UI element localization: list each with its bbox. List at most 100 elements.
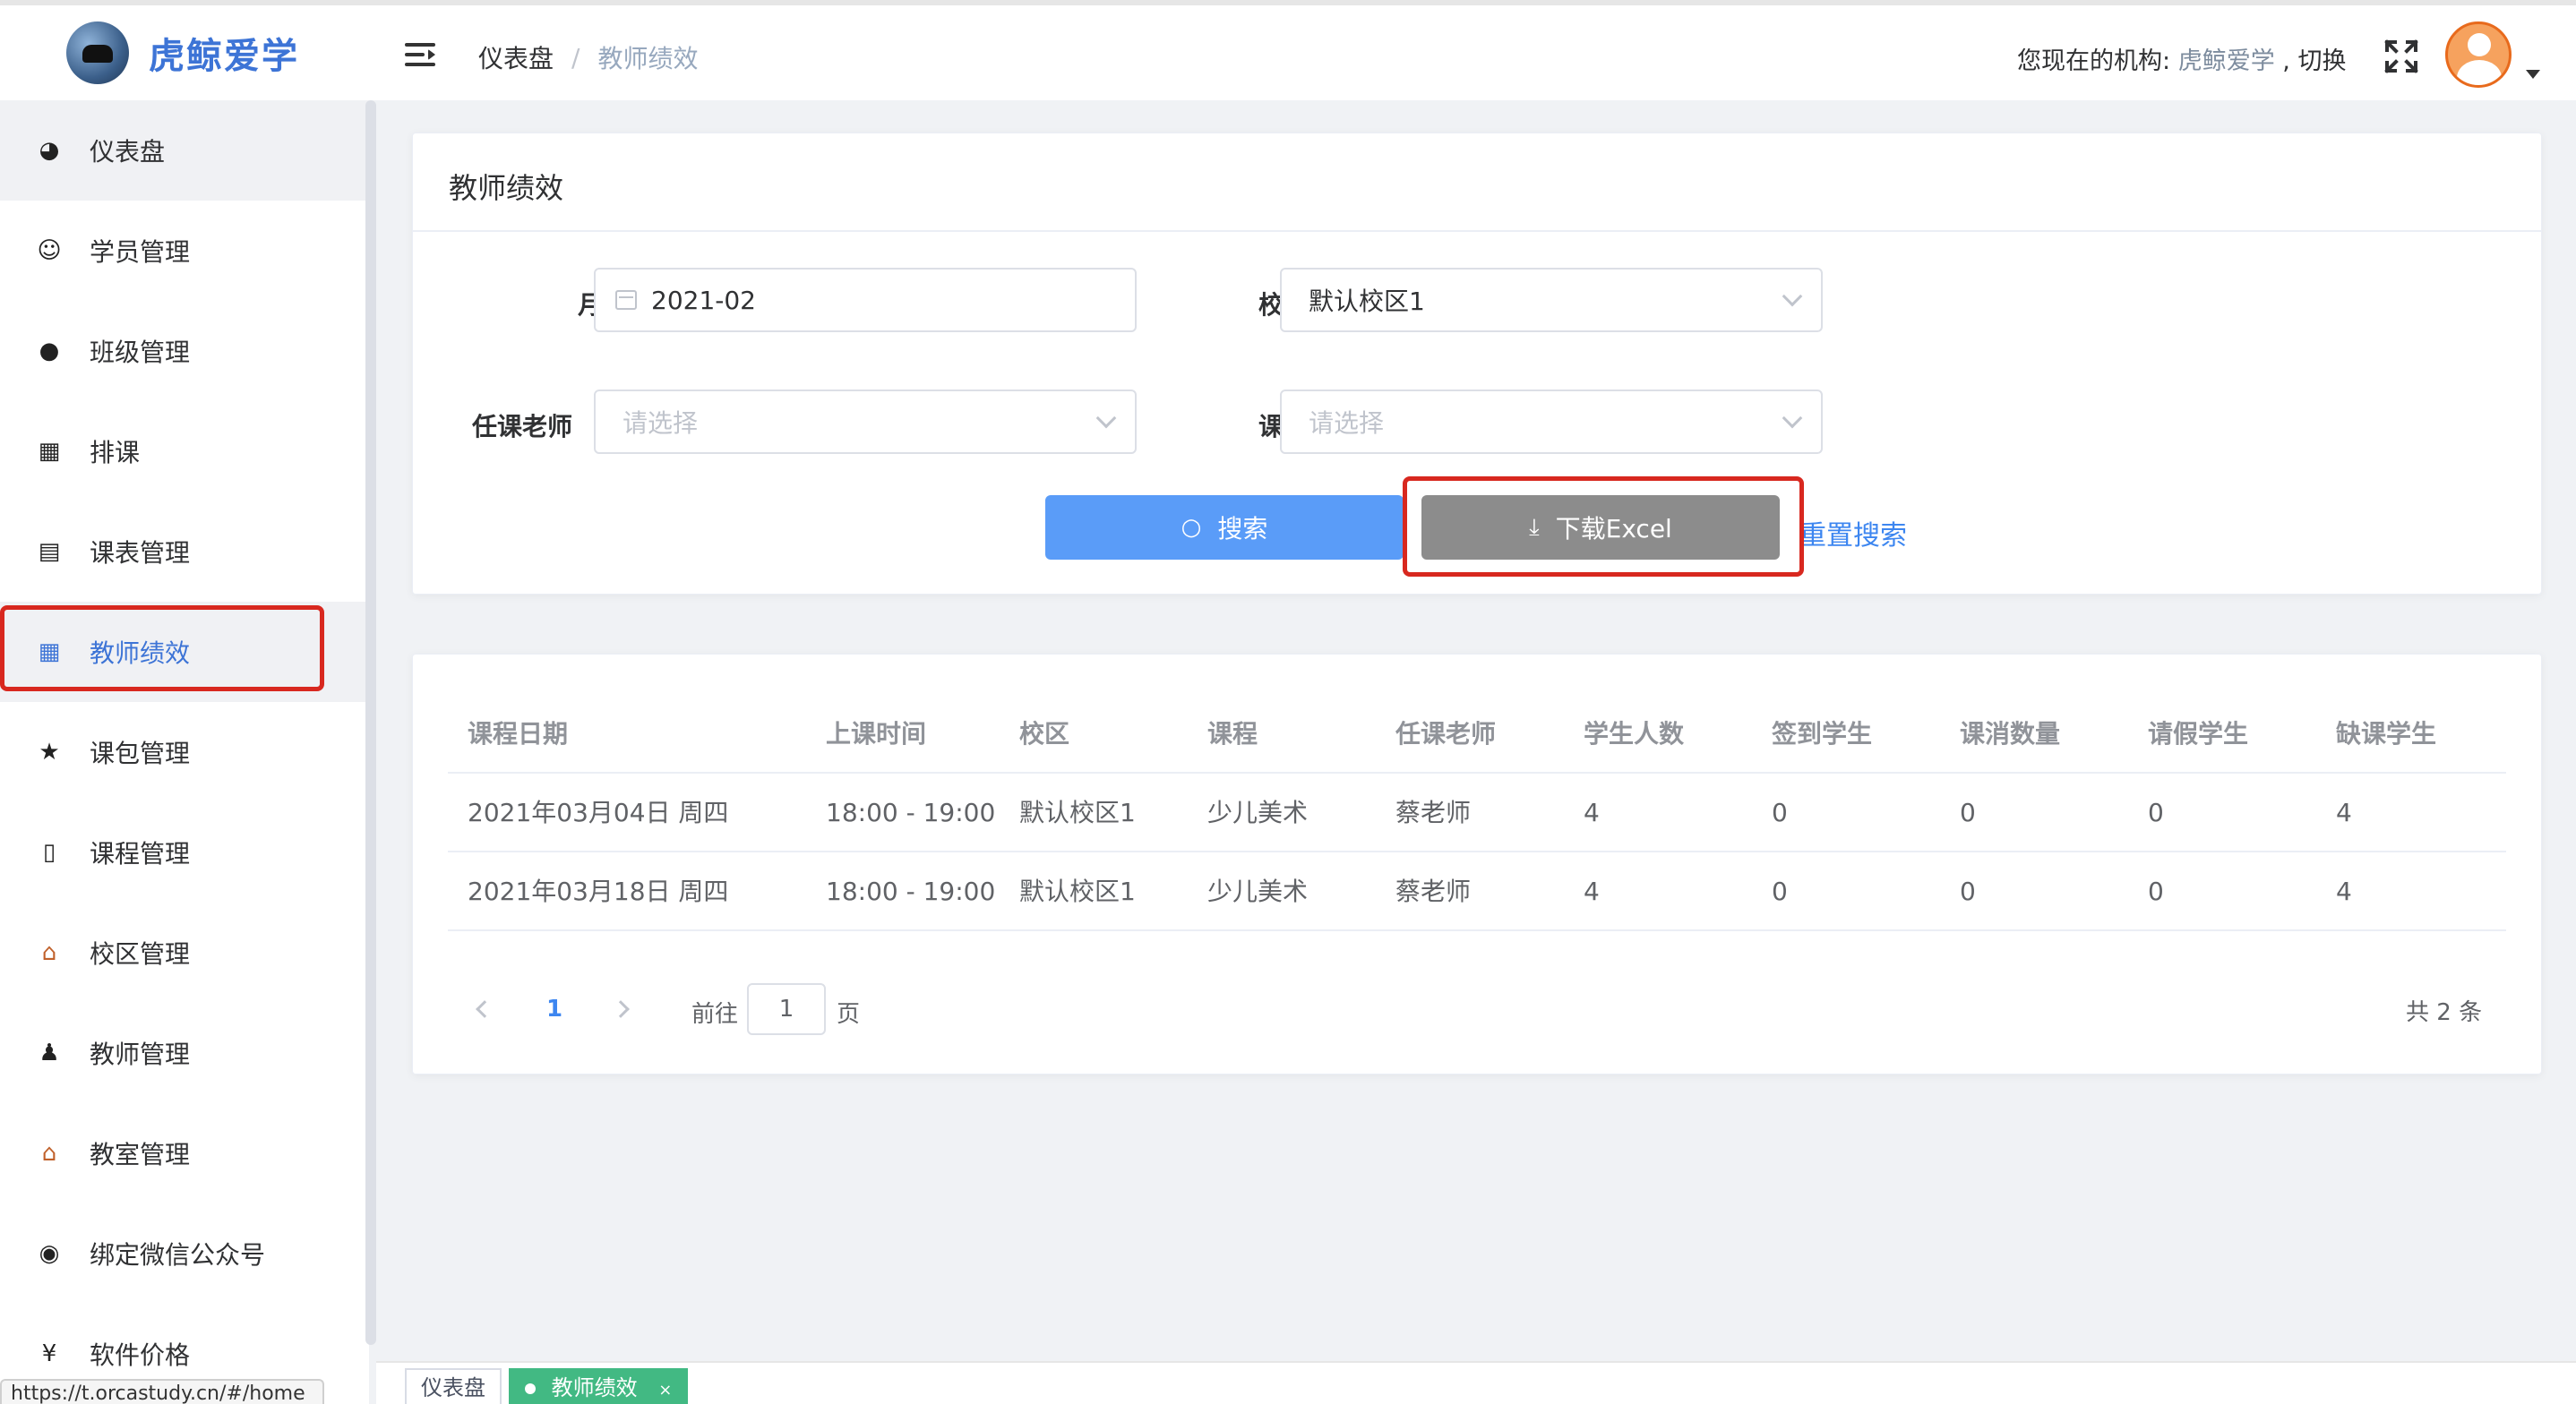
sidebar-item-label: 班级管理 bbox=[90, 338, 191, 367]
sidebar-item-label: 校区管理 bbox=[90, 939, 191, 969]
month-value: 2021-02 bbox=[651, 285, 756, 315]
column-header: 课程 bbox=[1207, 719, 1258, 749]
highlight-box-sidebar bbox=[0, 605, 324, 691]
menu-toggle-icon[interactable] bbox=[405, 41, 435, 68]
sidebar-item-classes[interactable]: ● 班级管理 bbox=[0, 301, 369, 401]
tag-dashboard[interactable]: 仪表盘 bbox=[405, 1368, 502, 1404]
table-cell: 蔡老师 bbox=[1395, 798, 1472, 827]
table-header: 课程日期 上课时间 校区 课程 任课老师 学生人数 签到学生 课消数量 请假学生… bbox=[448, 695, 2506, 774]
page-number[interactable]: 1 bbox=[546, 996, 562, 1023]
table-cell: 0 bbox=[1772, 798, 1788, 827]
org-info: 您现在的机构: 虎鲸爱学 , 切换 bbox=[2017, 41, 2346, 76]
sidebar-item-packages[interactable]: ★ 课包管理 bbox=[0, 702, 369, 802]
sidebar-item-teachers[interactable]: ♟ 教师管理 bbox=[0, 1003, 369, 1103]
calendar-icon bbox=[615, 290, 637, 310]
column-header: 请假学生 bbox=[2148, 719, 2249, 749]
column-header: 校区 bbox=[1019, 719, 1070, 749]
campus-select[interactable]: 默认校区1 bbox=[1280, 268, 1823, 332]
user-avatar[interactable] bbox=[2445, 21, 2512, 88]
yen-icon: ¥ bbox=[41, 1340, 57, 1367]
column-header: 任课老师 bbox=[1395, 719, 1497, 749]
reset-search-button[interactable]: 重置搜索 bbox=[1799, 513, 1907, 552]
teacher-placeholder: 请选择 bbox=[623, 408, 699, 438]
logo-icon bbox=[66, 21, 129, 84]
table-row: 2021年03月04日 周四 18:00 - 19:00 默认校区1 少儿美术 … bbox=[448, 774, 2506, 852]
chevron-down-icon bbox=[1095, 407, 1117, 429]
table-icon: ▤ bbox=[38, 538, 61, 565]
fullscreen-icon[interactable] bbox=[2384, 39, 2418, 73]
table-cell: 默认校区1 bbox=[1019, 877, 1136, 906]
chevron-down-icon bbox=[1782, 407, 1803, 429]
course-placeholder: 请选择 bbox=[1309, 408, 1385, 438]
sidebar-item-dashboard[interactable]: ◕ 仪表盘 bbox=[0, 100, 369, 201]
sidebar-item-campus[interactable]: ⌂ 校区管理 bbox=[0, 903, 369, 1003]
app-name: 虎鲸爱学 bbox=[149, 36, 299, 77]
sidebar-item-label: 课表管理 bbox=[90, 538, 191, 568]
teacher-select[interactable]: 请选择 bbox=[594, 390, 1137, 454]
tags-view: 仪表盘 教师绩效 × bbox=[376, 1361, 2576, 1404]
sidebar-item-label: 绑定微信公众号 bbox=[90, 1240, 266, 1270]
table-cell: 蔡老师 bbox=[1395, 877, 1472, 906]
sidebar-item-schedule[interactable]: ▦ 排课 bbox=[0, 401, 369, 501]
card-title: 教师绩效 bbox=[449, 171, 564, 205]
column-header: 上课时间 bbox=[826, 719, 927, 749]
status-url: https://t.orcastudy.cn/#/home bbox=[0, 1379, 324, 1404]
table-cell: 少儿美术 bbox=[1207, 877, 1309, 906]
highlight-box-download bbox=[1403, 476, 1804, 577]
table-cell: 4 bbox=[2336, 798, 2352, 827]
sidebar: ◕ 仪表盘 ☺ 学员管理 ● 班级管理 ▦ 排课 ▤ 课表管理 ▦ 教师绩效 ★… bbox=[0, 100, 369, 1404]
table-cell: 2021年03月04日 周四 bbox=[468, 798, 729, 827]
tag-teacher-performance[interactable]: 教师绩效 × bbox=[509, 1368, 689, 1404]
column-header: 课程日期 bbox=[468, 719, 569, 749]
table-cell: 0 bbox=[2148, 798, 2164, 827]
table-cell: 2021年03月18日 周四 bbox=[468, 877, 729, 906]
sidebar-item-students[interactable]: ☺ 学员管理 bbox=[0, 201, 369, 301]
goto-page-input[interactable]: 1 bbox=[747, 983, 826, 1035]
org-switch-link[interactable]: , 切换 bbox=[2282, 47, 2346, 75]
table-cell: 4 bbox=[1584, 798, 1600, 827]
star-icon: ★ bbox=[39, 739, 60, 766]
org-prefix: 您现在的机构: bbox=[2017, 47, 2171, 75]
goto-suffix: 页 bbox=[837, 1001, 861, 1028]
table-cell: 0 bbox=[2148, 877, 2164, 906]
teacher-icon: ♟ bbox=[39, 1040, 60, 1066]
classroom-icon: ⌂ bbox=[41, 1140, 57, 1167]
table-cell: 0 bbox=[1772, 877, 1788, 906]
sidebar-item-courses[interactable]: ▯ 课程管理 bbox=[0, 802, 369, 903]
table-cell: 18:00 - 19:00 bbox=[826, 877, 996, 906]
sidebar-item-label: 学员管理 bbox=[90, 237, 191, 267]
breadcrumb-separator: / bbox=[571, 42, 580, 73]
search-button[interactable]: ○ 搜索 bbox=[1045, 495, 1404, 560]
book-icon: ▯ bbox=[42, 839, 56, 866]
dashboard-icon: ◕ bbox=[39, 137, 60, 164]
calendar-icon: ▦ bbox=[38, 438, 61, 465]
top-header: 虎鲸爱学 仪表盘 / 教师绩效 您现在的机构: 虎鲸爱学 , 切换 bbox=[0, 0, 2576, 100]
table-cell: 0 bbox=[1960, 877, 1976, 906]
sidebar-item-timetable[interactable]: ▤ 课表管理 bbox=[0, 501, 369, 602]
sidebar-item-label: 教师管理 bbox=[90, 1040, 191, 1069]
student-icon: ☺ bbox=[37, 237, 62, 264]
course-select[interactable]: 请选择 bbox=[1280, 390, 1823, 454]
campus-value: 默认校区1 bbox=[1309, 287, 1425, 316]
month-picker[interactable]: 2021-02 bbox=[594, 268, 1137, 332]
chevron-down-icon[interactable] bbox=[2526, 70, 2540, 79]
sidebar-scrollbar[interactable] bbox=[365, 100, 376, 1345]
school-icon: ⌂ bbox=[41, 939, 57, 966]
active-dot-icon bbox=[525, 1383, 536, 1394]
search-icon: ○ bbox=[1181, 514, 1202, 541]
sidebar-item-wechat[interactable]: ◉ 绑定微信公众号 bbox=[0, 1203, 369, 1304]
column-header: 学生人数 bbox=[1584, 719, 1685, 749]
chevron-down-icon bbox=[1782, 286, 1803, 307]
logo[interactable]: 虎鲸爱学 bbox=[66, 21, 299, 84]
column-header: 签到学生 bbox=[1772, 719, 1873, 749]
close-icon[interactable]: × bbox=[658, 1381, 672, 1400]
table-row: 2021年03月18日 周四 18:00 - 19:00 默认校区1 少儿美术 … bbox=[448, 852, 2506, 931]
breadcrumb-home[interactable]: 仪表盘 bbox=[478, 39, 554, 75]
sidebar-item-label: 软件价格 bbox=[90, 1340, 191, 1370]
table-cell: 少儿美术 bbox=[1207, 798, 1309, 827]
sidebar-item-label: 排课 bbox=[90, 438, 141, 467]
wechat-icon: ◉ bbox=[39, 1240, 60, 1267]
sidebar-item-label: 课包管理 bbox=[90, 739, 191, 768]
sidebar-item-label: 教室管理 bbox=[90, 1140, 191, 1169]
sidebar-item-classrooms[interactable]: ⌂ 教室管理 bbox=[0, 1103, 369, 1203]
